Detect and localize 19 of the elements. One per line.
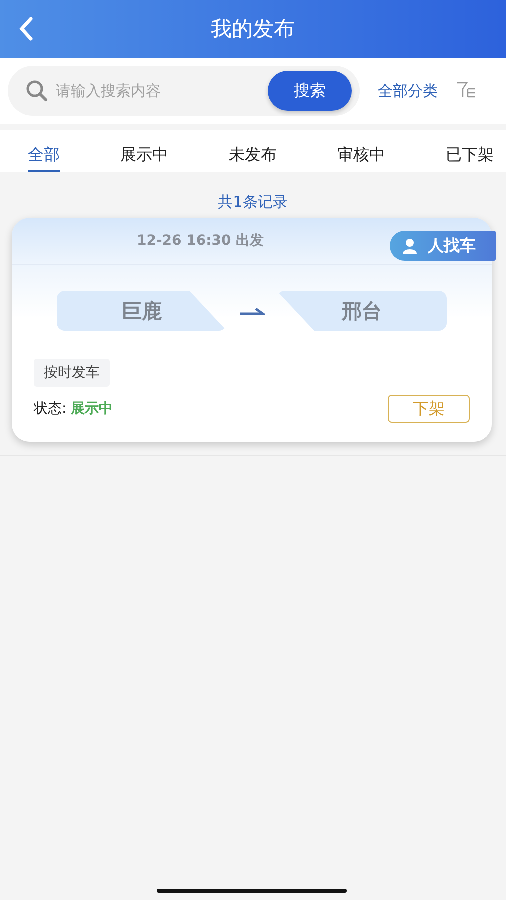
departure-time: 12-26 16:30 出发 xyxy=(137,232,264,250)
search-button[interactable]: 搜索 xyxy=(268,71,352,111)
record-count: 共1条记录 xyxy=(218,193,288,211)
tab[interactable]: 全部 xyxy=(28,145,60,172)
tab[interactable]: 已下架 xyxy=(446,145,494,172)
tab[interactable]: 未发布 xyxy=(229,145,277,172)
tab[interactable]: 审核中 xyxy=(338,145,386,172)
back-icon xyxy=(18,16,34,42)
category-link[interactable]: 全部分类 xyxy=(378,82,438,100)
person-icon xyxy=(402,238,418,254)
status-text: 状态: 展示中 xyxy=(34,400,114,418)
type-badge: 人找车 xyxy=(390,231,496,261)
post-tag: 按时发车 xyxy=(34,359,110,387)
page-title: 我的发布 xyxy=(211,16,295,43)
tab[interactable]: 展示中 xyxy=(120,145,168,172)
search-icon xyxy=(26,80,48,102)
destination-label: 邢台 xyxy=(277,291,447,331)
search-field[interactable]: 请输入搜索内容 搜索 xyxy=(8,66,360,116)
origin-label: 巨鹿 xyxy=(57,291,227,331)
